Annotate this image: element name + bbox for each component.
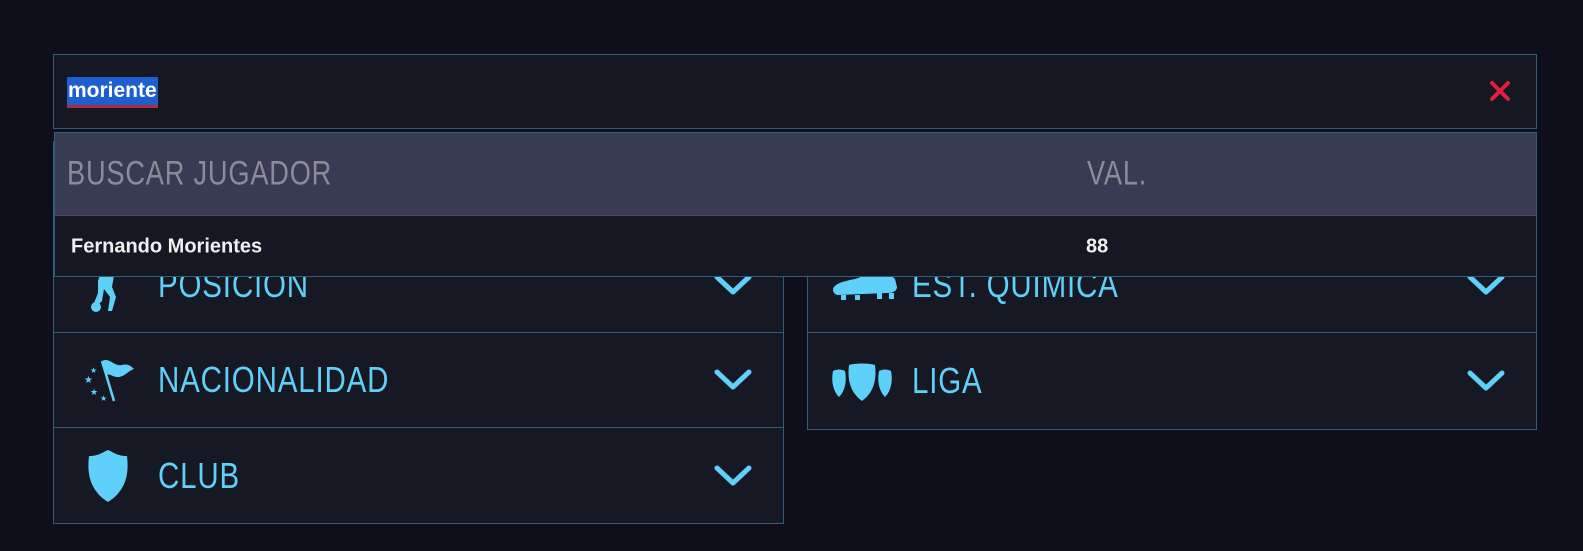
chevron-down-icon — [1467, 370, 1505, 390]
filter-club-row[interactable]: CLUB — [54, 428, 783, 523]
svg-text:★: ★ — [90, 388, 98, 398]
svg-text:★: ★ — [100, 394, 107, 403]
chevron-down-icon — [714, 465, 752, 485]
filter-league-row[interactable]: LIGA — [808, 333, 1536, 428]
result-player-rating: 88 — [1086, 235, 1109, 257]
search-input[interactable]: moriente — [53, 54, 1537, 129]
search-input-value[interactable]: moriente — [67, 77, 158, 108]
flag-icon: ★ ★ ★ ★ — [80, 352, 136, 408]
close-icon[interactable] — [1486, 77, 1514, 105]
filter-league-label: LIGA — [912, 359, 983, 401]
results-header: BUSCAR JUGADOR VAL. — [55, 133, 1536, 216]
svg-text:★: ★ — [90, 366, 97, 375]
player-search-page: POSICIÓN ★ ★ ★ ★ NACIONALIDAD CLUB EST. … — [0, 0, 1583, 551]
filter-nationality-label: NACIONALIDAD — [158, 359, 390, 400]
filter-nationality-row[interactable]: ★ ★ ★ ★ NACIONALIDAD — [54, 333, 783, 428]
result-player-name: Fernando Morientes — [71, 235, 263, 257]
svg-text:★: ★ — [84, 375, 93, 386]
search-results-dropdown: BUSCAR JUGADOR VAL. Fernando Morientes 8… — [54, 132, 1537, 277]
shield-icon — [80, 448, 136, 504]
result-row[interactable]: Fernando Morientes 88 — [55, 216, 1536, 277]
filter-club-label: CLUB — [158, 454, 241, 496]
results-header-player: BUSCAR JUGADOR — [67, 154, 333, 193]
league-icon — [830, 353, 894, 409]
results-header-rating: VAL. — [1087, 154, 1148, 193]
chevron-down-icon — [714, 369, 752, 390]
